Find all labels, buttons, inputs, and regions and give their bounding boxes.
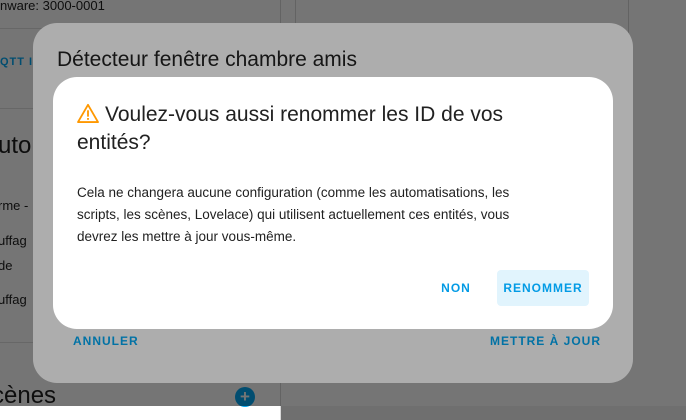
rename-button[interactable]: RENOMMER	[497, 270, 589, 306]
rename-confirm-dialog: Voulez-vous aussi renommer les ID de vos…	[53, 77, 613, 329]
confirm-dialog-title: Voulez-vous aussi renommer les ID de vos…	[77, 103, 504, 154]
warning-icon	[77, 103, 99, 123]
no-button[interactable]: NON	[430, 270, 482, 306]
confirm-dialog-message: Cela ne changera aucune configuration (c…	[77, 185, 510, 244]
confirm-dialog-heading: Voulez-vous aussi renommer les ID de vos…	[77, 101, 567, 157]
